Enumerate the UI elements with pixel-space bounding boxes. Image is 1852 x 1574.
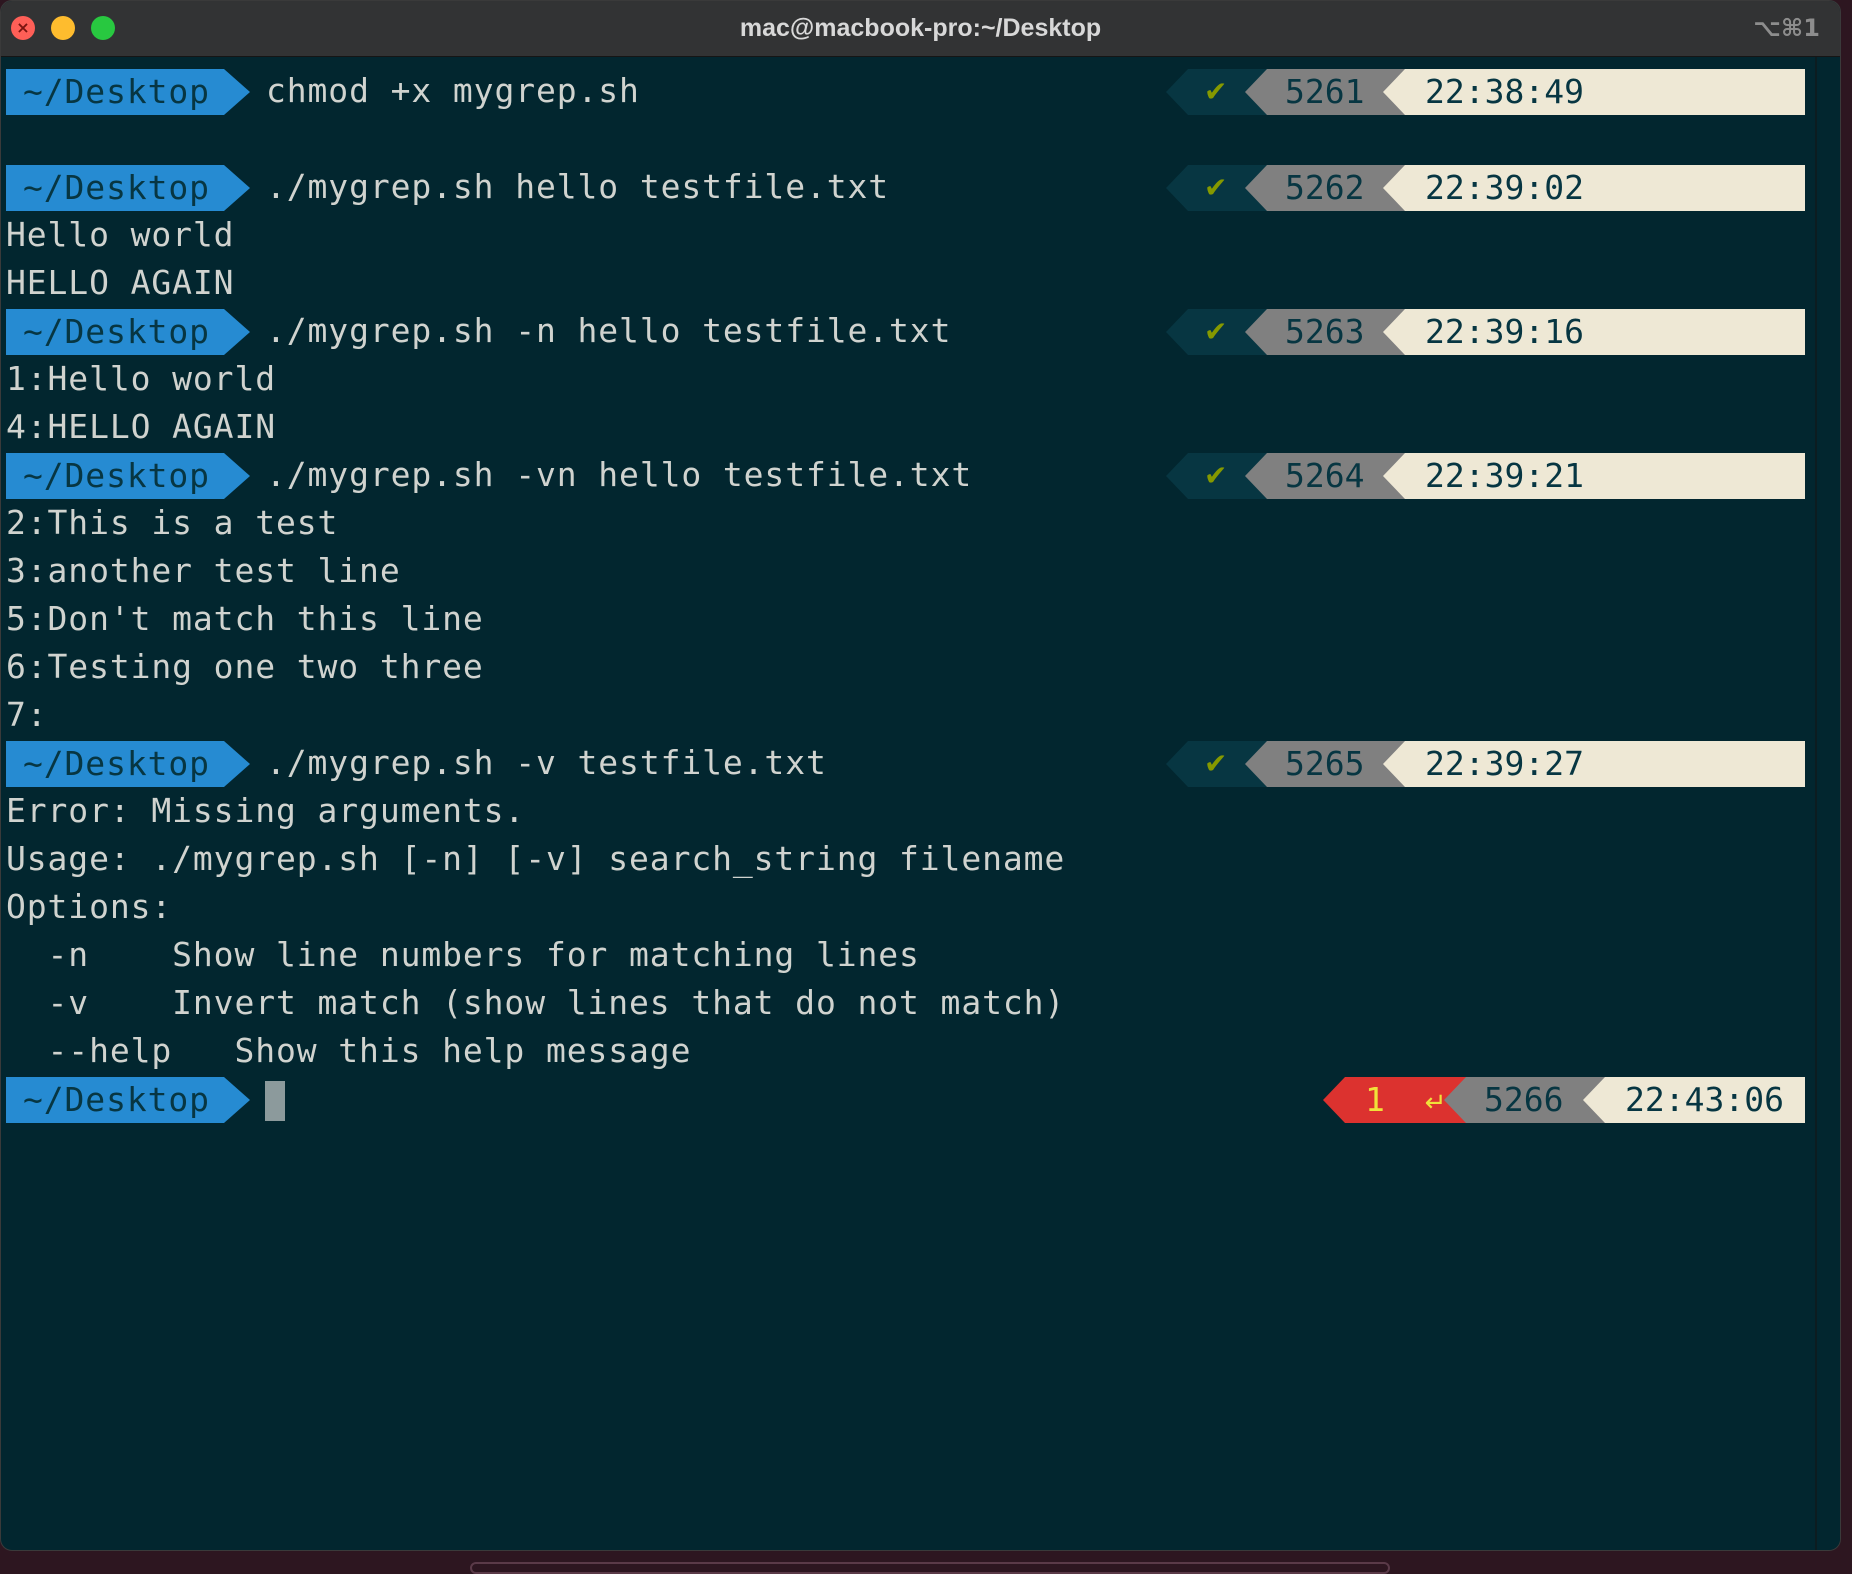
output-line: Options: (6, 887, 173, 926)
timestamp: 22:43:06 (1583, 1077, 1805, 1123)
terminal-window: × mac@macbook-pro:~/Desktop ⌥⌘1 ~/Deskto… (0, 0, 1841, 1551)
prompt-dir-segment: ~/Desktop (6, 309, 250, 355)
timestamp: 22:39:27 (1383, 741, 1805, 787)
command-text: ./mygrep.sh -vn hello testfile.txt (266, 455, 973, 494)
prompt-dir-segment: ~/Desktop (6, 741, 250, 787)
output-line: 1:Hello world (6, 359, 276, 398)
timestamp: 22:39:02 (1383, 165, 1805, 211)
timestamp: 22:38:49 (1383, 69, 1805, 115)
return-icon: ↵ (1424, 1088, 1447, 1118)
dock-edge (470, 1562, 1390, 1574)
prompt-line: ~/Desktop ./mygrep.sh -n hello testfile.… (1, 307, 1815, 355)
title-bar: × mac@macbook-pro:~/Desktop ⌥⌘1 (1, 1, 1840, 57)
output-line: 5:Don't match this line (6, 599, 484, 638)
prompt-line: ~/Desktop ./mygrep.sh -v testfile.txt ✔ … (1, 739, 1815, 787)
scrollbar[interactable] (1815, 57, 1840, 1550)
prompt-dir-segment: ~/Desktop (6, 69, 250, 115)
prompt-dir-segment: ~/Desktop (6, 453, 250, 499)
output-line: 6:Testing one two three (6, 647, 484, 686)
prompt-line: ~/Desktop chmod +x mygrep.sh ✔ 5261 22:3… (1, 67, 1815, 115)
command-text: chmod +x mygrep.sh (266, 71, 640, 110)
window-title: mac@macbook-pro:~/Desktop (739, 14, 1102, 42)
text-cursor[interactable] (265, 1081, 285, 1121)
command-text: ./mygrep.sh -n hello testfile.txt (266, 311, 952, 350)
timestamp: 22:39:16 (1383, 309, 1805, 355)
output-line: --help Show this help message (6, 1031, 692, 1070)
terminal-content[interactable]: ~/Desktop chmod +x mygrep.sh ✔ 5261 22:3… (1, 57, 1815, 1550)
output-line: HELLO AGAIN (6, 263, 235, 302)
output-line: 3:another test line (6, 551, 401, 590)
output-line: -v Invert match (show lines that do not … (6, 983, 1066, 1022)
output-line: Usage: ./mygrep.sh [-n] [-v] search_stri… (6, 839, 1066, 878)
prompt-line: ~/Desktop ./mygrep.sh hello testfile.txt… (1, 163, 1815, 211)
output-line: 7: (6, 695, 48, 734)
prompt-dir-segment: ~/Desktop (6, 1077, 250, 1123)
output-line: 4:HELLO AGAIN (6, 407, 276, 446)
output-line: Hello world (6, 215, 235, 254)
timestamp: 22:39:21 (1383, 453, 1805, 499)
window-shortcut: ⌥⌘1 (1753, 14, 1820, 42)
command-text: ./mygrep.sh -v testfile.txt (266, 743, 827, 782)
current-prompt-line[interactable]: ~/Desktop 1 ↵ 5266 22:43:06 (1, 1075, 1815, 1123)
output-line: Error: Missing arguments. (6, 791, 526, 830)
prompt-line: ~/Desktop ./mygrep.sh -vn hello testfile… (1, 451, 1815, 499)
output-line: 2:This is a test (6, 503, 339, 542)
output-line: -n Show line numbers for matching lines (6, 935, 920, 974)
prompt-dir-segment: ~/Desktop (6, 165, 250, 211)
command-text: ./mygrep.sh hello testfile.txt (266, 167, 890, 206)
exit-code: 1 (1365, 1080, 1385, 1119)
